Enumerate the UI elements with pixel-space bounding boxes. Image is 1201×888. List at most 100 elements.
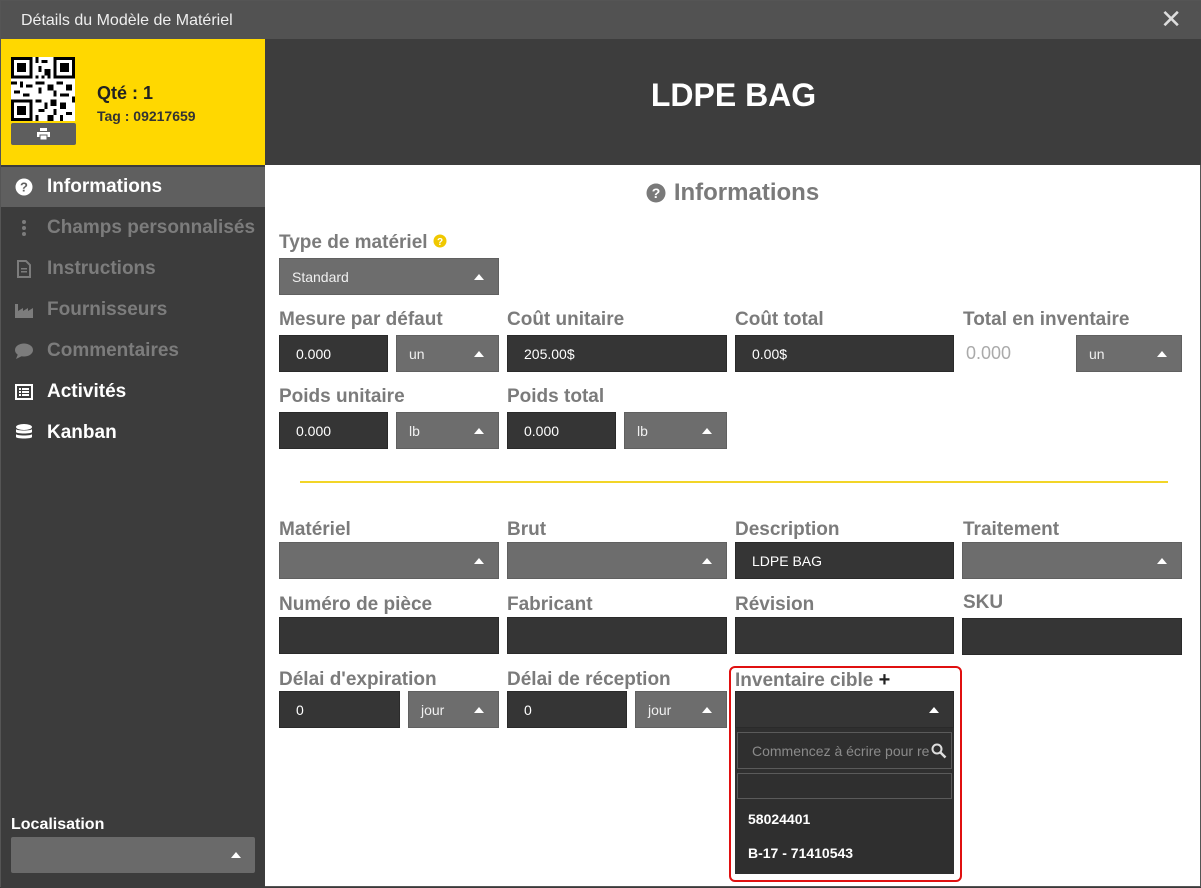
material-model-details-window: Détails du Modèle de Matériel ✕ Qté: 1 …	[0, 0, 1201, 888]
sidebar-item-custom-fields[interactable]: Champs personnalisés	[1, 208, 265, 248]
document-icon	[1, 260, 47, 278]
sidebar-item-label: Fournisseurs	[47, 299, 168, 320]
reception-delay-label: Délai de réception	[507, 669, 671, 690]
comment-icon	[1, 343, 47, 359]
default-measure-input[interactable]: 0.000	[279, 335, 388, 372]
search-icon	[931, 743, 947, 759]
target-inventory-search-input[interactable]: Commencez à écrire pour re	[737, 732, 952, 769]
sidebar-item-instructions[interactable]: Instructions	[1, 249, 265, 289]
description-label: Description	[735, 519, 840, 540]
chevron-up-icon	[929, 707, 939, 713]
treatment-select[interactable]	[962, 542, 1182, 579]
svg-text:?: ?	[652, 185, 661, 201]
total-cost-input[interactable]: 0.00$	[735, 335, 954, 372]
section-title: ? Informations	[265, 179, 1200, 207]
total-inventory-label: Total en inventaire	[963, 309, 1130, 330]
target-inventory-option[interactable]: B-17 - 71410543	[748, 845, 853, 861]
target-inventory-empty-option[interactable]	[737, 773, 952, 799]
total-inventory-value: 0.000	[966, 343, 1012, 363]
material-label: Matériel	[279, 519, 351, 540]
chevron-up-icon	[474, 351, 484, 357]
reception-delay-input[interactable]: 0	[507, 691, 627, 728]
chevron-up-icon	[702, 428, 712, 434]
total-weight-label: Poids total	[507, 386, 605, 407]
svg-text:?: ?	[437, 237, 443, 248]
unit-cost-input[interactable]: 205.00$	[507, 335, 727, 372]
chevron-up-icon	[1157, 351, 1167, 357]
sidebar-item-label: Instructions	[47, 258, 156, 279]
chevron-up-icon	[702, 558, 712, 564]
printer-icon	[37, 128, 50, 140]
sidebar-item-kanban[interactable]: Kanban	[1, 413, 265, 453]
vertical-ellipsis-icon	[1, 219, 47, 237]
location-select[interactable]	[11, 837, 255, 873]
sku-input[interactable]	[962, 618, 1182, 655]
chevron-up-icon	[474, 428, 484, 434]
item-summary: Qté : 1 Tag : 09217659	[1, 39, 265, 165]
add-target-inventory-button[interactable]: +	[879, 669, 891, 691]
target-inventory-option[interactable]: 58024401	[748, 811, 810, 827]
total-weight-input[interactable]: 0.000	[507, 412, 616, 449]
manufacturer-label: Fabricant	[507, 594, 593, 615]
question-circle-icon: ?	[1, 178, 47, 196]
material-type-select[interactable]: Standard	[279, 258, 499, 295]
unit-weight-label: Poids unitaire	[279, 386, 405, 407]
expiry-delay-unit-select[interactable]: jour	[408, 691, 499, 728]
question-circle-icon: ?	[646, 183, 666, 203]
sidebar-item-label: Kanban	[47, 422, 117, 443]
item-header: LDPE BAG	[265, 39, 1201, 165]
material-select[interactable]	[279, 542, 499, 579]
list-icon	[1, 384, 47, 400]
description-input[interactable]: LDPE BAG	[735, 542, 954, 579]
item-name: LDPE BAG	[650, 77, 817, 113]
sku-label: SKU	[963, 592, 1004, 613]
tag-label: Tag : 09217659	[97, 108, 196, 124]
qr-code-icon	[11, 57, 75, 121]
informations-panel: ? Informations Type de matériel ? Standa…	[265, 165, 1200, 886]
manufacturer-input[interactable]	[507, 617, 727, 654]
total-weight-unit-select[interactable]: lb	[624, 412, 727, 449]
unit-weight-unit-select[interactable]: lb	[396, 412, 499, 449]
sidebar-item-comments[interactable]: Commentaires	[1, 331, 265, 371]
raw-label: Brut	[507, 519, 547, 540]
sidebar-item-label: Champs personnalisés	[47, 217, 256, 238]
sidebar-item-suppliers[interactable]: Fournisseurs	[1, 290, 265, 330]
total-inventory-unit-select[interactable]: un	[1076, 335, 1182, 372]
raw-select[interactable]	[507, 542, 727, 579]
print-button[interactable]	[11, 123, 76, 145]
help-icon[interactable]: ?	[433, 234, 447, 248]
sidebar-item-activities[interactable]: Activités	[1, 372, 265, 412]
revision-input[interactable]	[735, 617, 954, 654]
unit-weight-input[interactable]: 0.000	[279, 412, 388, 449]
default-measure-label: Mesure par défaut	[279, 309, 443, 330]
total-cost-label: Coût total	[735, 309, 824, 330]
location-label: Localisation	[11, 816, 105, 833]
default-measure-unit-select[interactable]: un	[396, 335, 499, 372]
target-inventory-select[interactable]	[735, 691, 954, 728]
material-type-label: Type de matériel ?	[279, 232, 447, 254]
close-icon[interactable]: ✕	[1160, 6, 1182, 32]
target-inventory-label: Inventaire cible +	[735, 669, 891, 691]
factory-icon	[1, 302, 47, 318]
chevron-up-icon	[474, 274, 484, 280]
expiry-delay-input[interactable]: 0	[279, 691, 400, 728]
window-title: Détails du Modèle de Matériel	[21, 12, 233, 29]
part-number-label: Numéro de pièce	[279, 594, 433, 615]
svg-text:?: ?	[20, 180, 28, 195]
treatment-label: Traitement	[963, 519, 1060, 540]
chevron-up-icon	[702, 707, 712, 713]
database-icon	[1, 424, 47, 442]
chevron-up-icon	[474, 558, 484, 564]
unit-cost-label: Coût unitaire	[507, 309, 625, 330]
section-divider	[300, 481, 1168, 483]
chevron-up-icon	[474, 707, 484, 713]
reception-delay-unit-select[interactable]: jour	[635, 691, 727, 728]
chevron-up-icon	[1157, 558, 1167, 564]
sidebar-item-informations[interactable]: ? Informations	[1, 167, 265, 207]
sidebar-item-label: Activités	[47, 381, 127, 402]
sidebar-item-label: Commentaires	[47, 340, 179, 361]
part-number-input[interactable]	[279, 617, 499, 654]
revision-label: Révision	[735, 594, 815, 615]
sidebar: Qté : 1 Tag : 09217659 ? Informations Ch…	[1, 39, 265, 888]
title-bar: Détails du Modèle de Matériel ✕	[1, 1, 1201, 39]
